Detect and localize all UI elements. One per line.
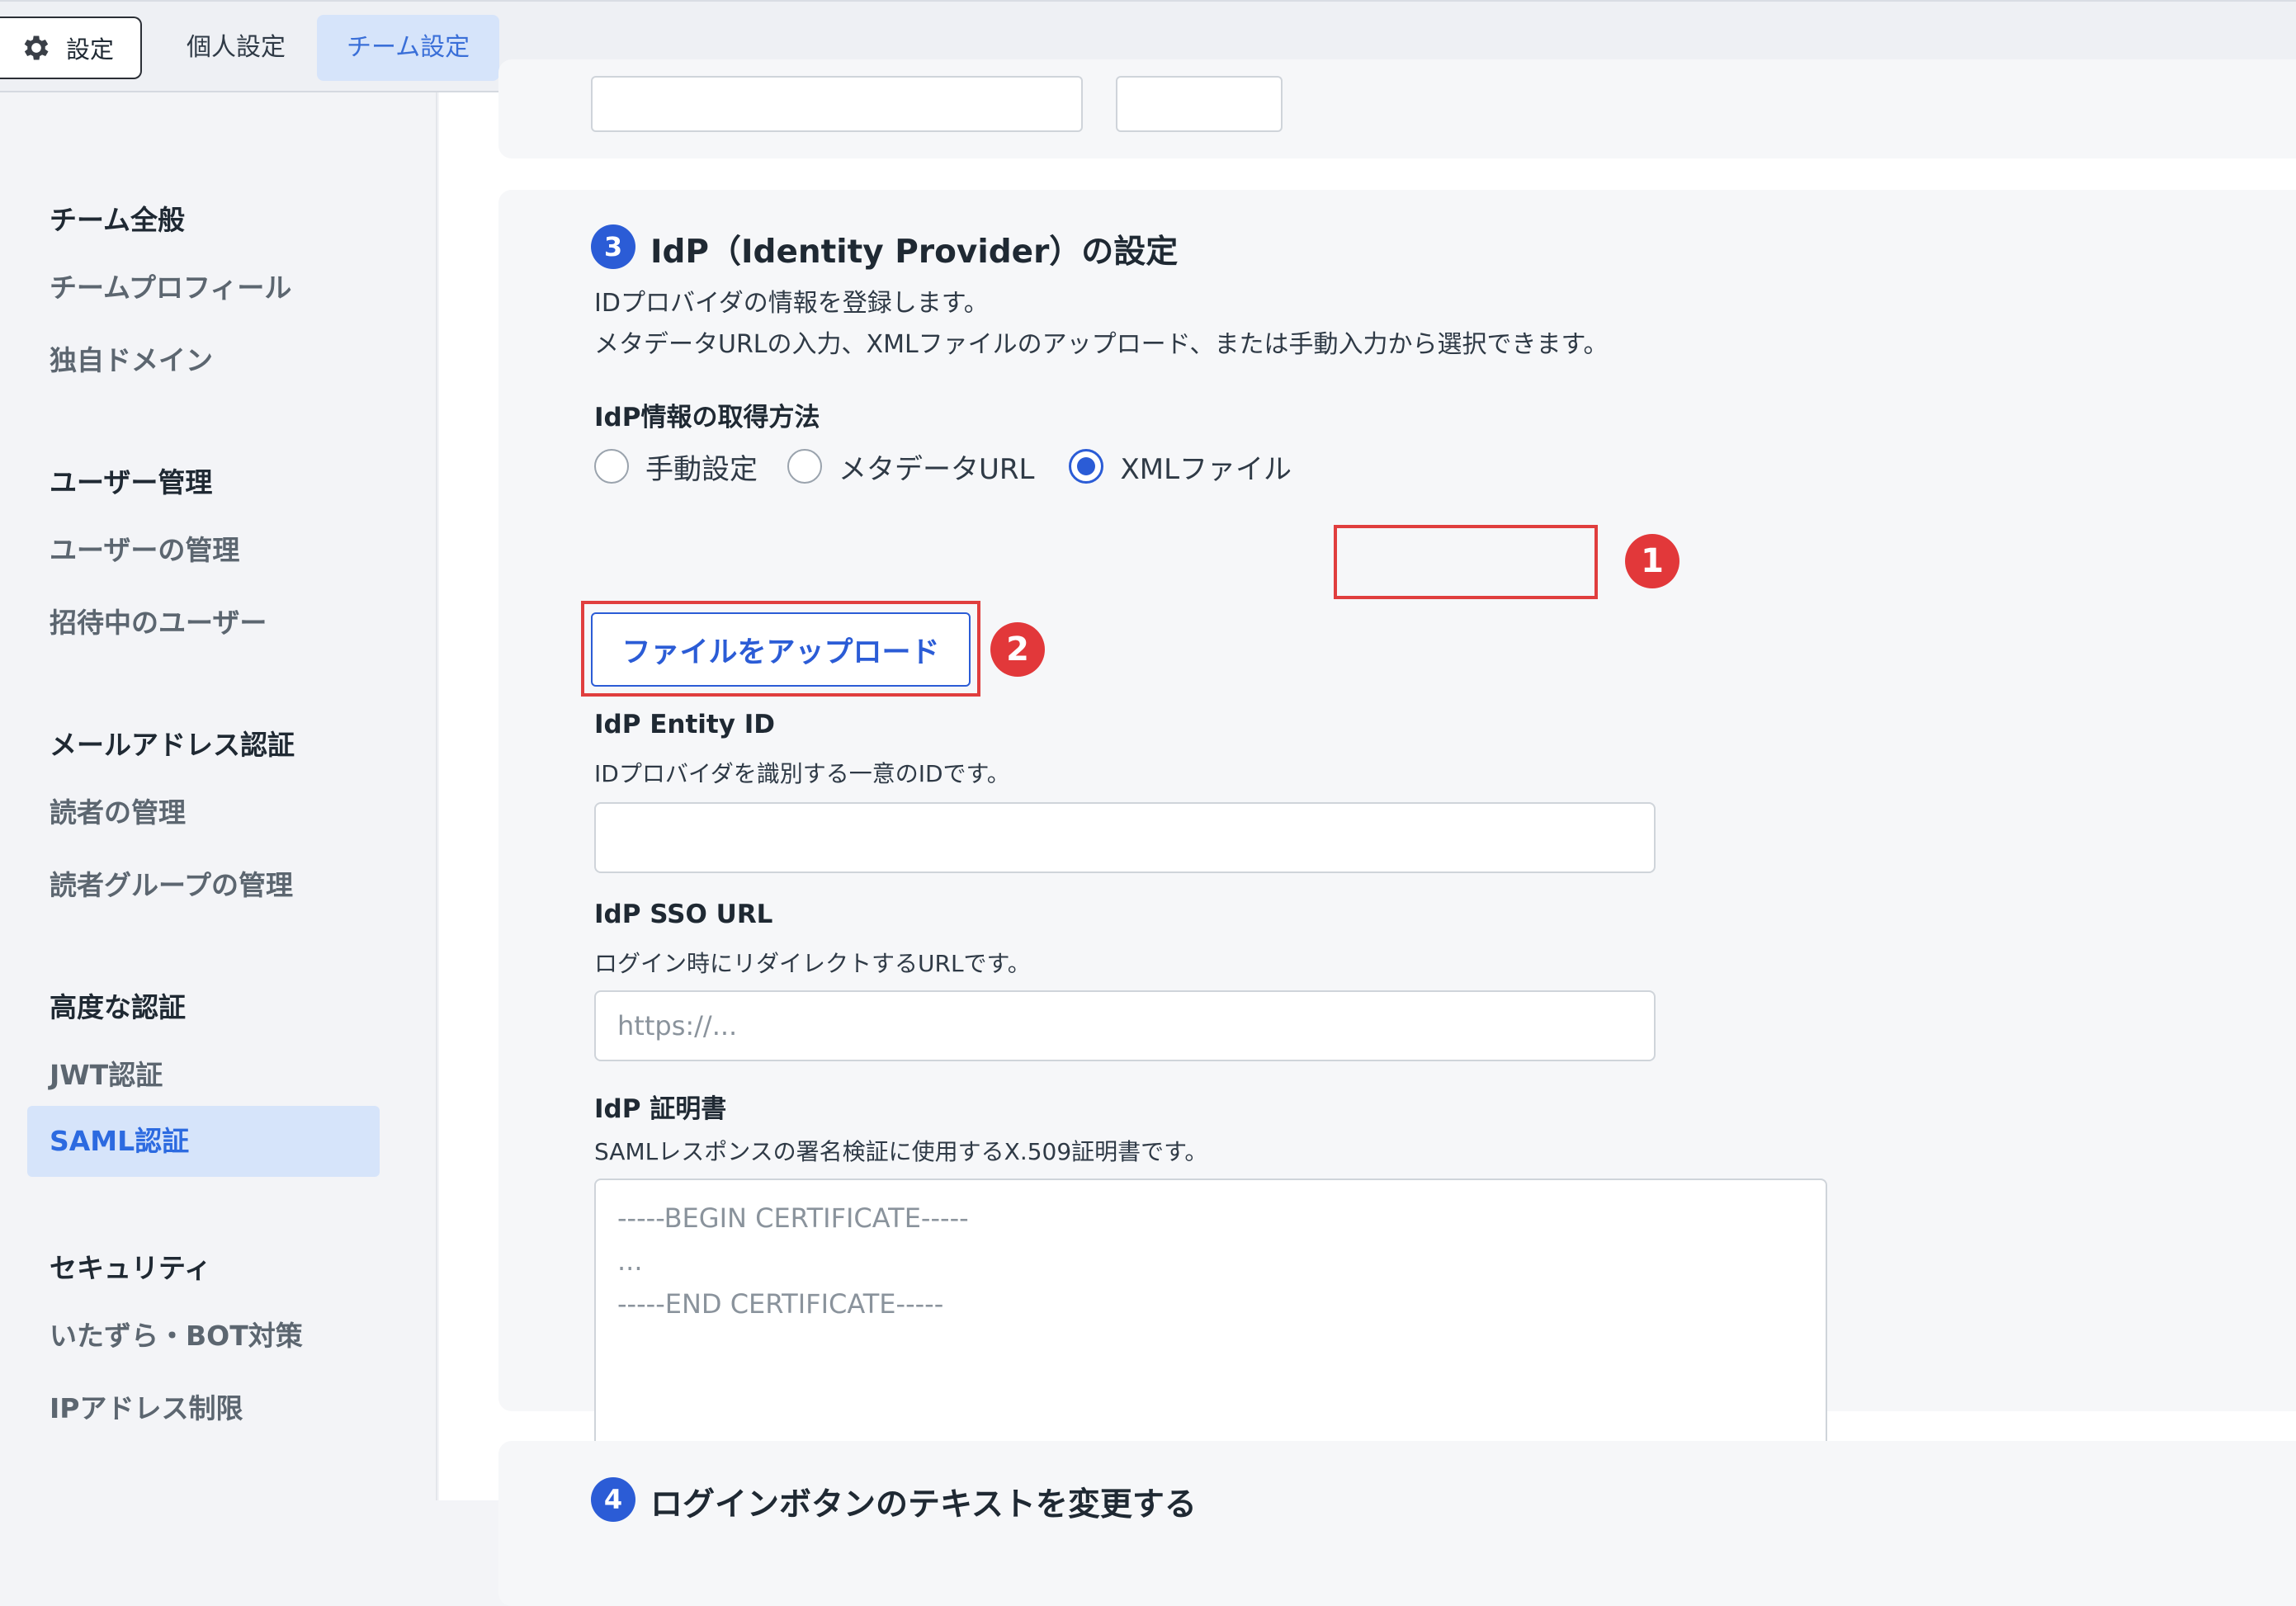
- previous-input-left[interactable]: [591, 76, 1083, 132]
- sso-url-help: ログイン時にリダイレクトするURLです。: [594, 950, 1031, 977]
- idp-settings-card: 3 IdP（Identity Provider）の設定 IDプロバイダの情報を登…: [498, 190, 2296, 1469]
- sidebar-heading-user-management: ユーザー管理: [50, 466, 213, 498]
- sidebar-item-saml-auth[interactable]: SAML認証: [27, 1106, 380, 1177]
- annotation-marker-2: 2: [990, 622, 1045, 677]
- radio-manual-label: 手動設定: [645, 452, 758, 486]
- radio-manual[interactable]: 手動設定: [594, 446, 758, 487]
- tab-personal-settings[interactable]: 個人設定: [157, 15, 315, 81]
- radio-metadata-url-circle[interactable]: [787, 449, 822, 484]
- tab-team-settings[interactable]: チーム設定: [317, 15, 500, 81]
- section-title: IdP（Identity Provider）の設定: [650, 234, 1179, 271]
- sidebar-item-ip-restriction[interactable]: IPアドレス制限: [50, 1386, 243, 1426]
- highlight-xml-option: [1334, 525, 1598, 599]
- method-label: IdP情報の取得方法: [594, 403, 820, 432]
- sso-url-input[interactable]: [594, 990, 1656, 1061]
- settings-label: 設定: [66, 35, 115, 64]
- sidebar-item-users[interactable]: ユーザーの管理: [50, 528, 239, 568]
- login-button-text-card: 4 ログインボタンのテキストを変更する: [498, 1441, 2296, 1606]
- section-description-1: IDプロバイダの情報を登録します。: [594, 289, 989, 318]
- settings-button[interactable]: 設定: [0, 17, 142, 79]
- radio-manual-circle[interactable]: [594, 449, 629, 484]
- sidebar-item-team-profile[interactable]: チームプロフィール: [50, 266, 291, 305]
- sidebar-item-reader-groups[interactable]: 読者グループの管理: [50, 863, 293, 903]
- section4-title: ログインボタンのテキストを変更する: [650, 1486, 1197, 1523]
- sidebar-heading-advanced-auth: 高度な認証: [50, 991, 186, 1023]
- radio-metadata-url-label: メタデータURL: [839, 452, 1035, 486]
- sidebar-item-invited-users[interactable]: 招待中のユーザー: [50, 601, 267, 640]
- certificate-textarea[interactable]: [594, 1179, 1827, 1469]
- sidebar-heading-team: チーム全般: [50, 204, 186, 236]
- radio-xml-file[interactable]: XMLファイル: [1069, 446, 1292, 487]
- section-description-2: メタデータURLの入力、XMLファイルのアップロード、または手動入力から選択でき…: [594, 330, 1609, 359]
- previous-input-right[interactable]: [1116, 76, 1283, 132]
- sidebar-item-readers[interactable]: 読者の管理: [50, 791, 186, 830]
- entity-id-label: IdP Entity ID: [594, 710, 776, 739]
- radio-xml-file-circle[interactable]: [1069, 449, 1104, 484]
- sidebar-item-jwt-auth[interactable]: JWT認証: [50, 1053, 163, 1093]
- sidebar-heading-email-auth: メールアドレス認証: [50, 729, 295, 761]
- radio-metadata-url[interactable]: メタデータURL: [787, 446, 1034, 487]
- method-radio-group: 手動設定 メタデータURL XMLファイル: [594, 437, 1321, 495]
- sidebar-item-bot-protection[interactable]: いたずら・BOT対策: [50, 1314, 303, 1353]
- radio-xml-file-label: XMLファイル: [1120, 452, 1292, 486]
- annotation-marker-1: 1: [1625, 534, 1679, 588]
- certificate-label: IdP 証明書: [594, 1094, 727, 1124]
- gear-icon: [24, 35, 49, 60]
- sidebar-heading-security: セキュリティ: [50, 1252, 212, 1284]
- sidebar-item-custom-domain[interactable]: 独自ドメイン: [50, 338, 213, 378]
- step-badge-4: 4: [591, 1477, 635, 1522]
- step-badge: 3: [591, 224, 635, 269]
- upload-file-button[interactable]: ファイルをアップロード: [591, 612, 971, 687]
- entity-id-help: IDプロバイダを識別する一意のIDです。: [594, 760, 1010, 787]
- entity-id-input[interactable]: [594, 802, 1656, 873]
- main-content: 3 IdP（Identity Provider）の設定 IDプロバイダの情報を登…: [439, 59, 2296, 1606]
- previous-section-card: [498, 59, 2296, 158]
- sidebar: チーム全般 チームプロフィール 独自ドメイン ユーザー管理 ユーザーの管理 招待…: [0, 92, 437, 1500]
- certificate-help: SAMLレスポンスの署名検証に使用するX.509証明書です。: [594, 1138, 1208, 1165]
- sso-url-label: IdP SSO URL: [594, 900, 773, 929]
